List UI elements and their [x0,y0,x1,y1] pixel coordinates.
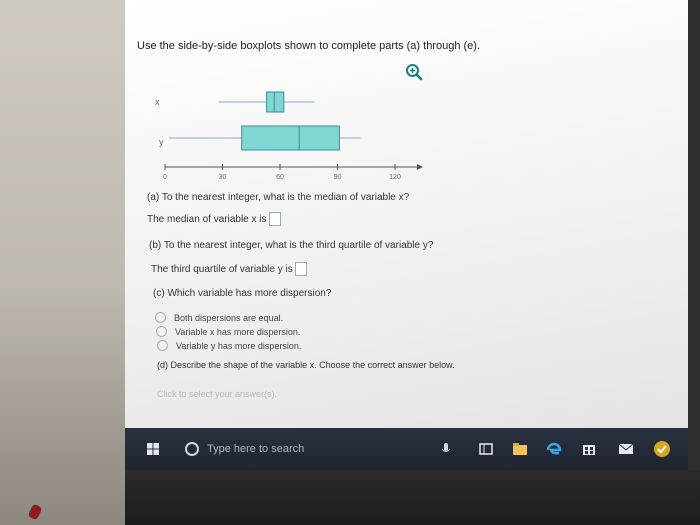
answer-a-line: The median of variable x is [147,212,281,226]
option-equal[interactable]: Both dispersions are equal. [155,312,283,323]
monitor-bezel-bottom [125,470,700,525]
taskbar: Type here to search [125,428,688,470]
windows-start-icon[interactable] [147,443,159,455]
answer-b-label: The third quartile of variable y is [151,263,293,275]
x-tick-label-30: 30 [219,174,227,181]
option-x-more[interactable]: Variable x has more dispersion. [156,326,300,337]
box-y [241,125,340,151]
box-x [266,91,285,113]
task-view-icon[interactable] [477,440,495,458]
option-equal-label: Both dispersions are equal. [174,312,284,323]
zoom-icon[interactable] [405,63,423,81]
question-b: (b) To the nearest integer, what is the … [149,240,434,251]
screen: Use the side-by-side boxplots shown to c… [125,0,688,428]
x-tick-label-60: 60 [276,174,284,181]
option-y-more-label: Variable y has more dispersion. [176,340,302,351]
file-explorer-icon[interactable] [511,440,529,458]
microphone-icon[interactable] [437,440,455,458]
answer-a-label: The median of variable x is [147,213,267,225]
search-placeholder: Type here to search [207,443,305,455]
x-tick-label-0: 0 [163,174,167,181]
desk-background [0,0,125,525]
radio-y-more[interactable] [157,340,168,351]
option-x-more-label: Variable x has more dispersion. [175,326,301,337]
monitor-bezel-right [688,0,700,470]
instruction-text: Use the side-by-side boxplots shown to c… [137,40,480,52]
radio-equal[interactable] [155,312,166,323]
answer-a-input[interactable] [268,212,281,226]
radio-x-more[interactable] [156,326,167,337]
cortana-icon [185,442,199,456]
answer-hint[interactable]: Click to select your answer(s). [157,389,277,399]
x-tick-label-120: 120 [389,174,401,181]
edge-browser-icon[interactable] [545,440,563,458]
mail-icon[interactable] [617,440,635,458]
question-c: (c) Which variable has more dispersion? [153,288,332,299]
boxplot-chart: 0 30 60 90 120 [163,91,423,181]
app-check-icon[interactable] [653,440,671,458]
option-y-more[interactable]: Variable y has more dispersion. [157,340,301,351]
answer-b-input[interactable] [294,262,307,276]
x-tick-label-90: 90 [334,174,342,181]
store-icon[interactable] [580,440,598,458]
answer-b-line: The third quartile of variable y is [151,262,307,276]
x-axis-arrow [417,164,423,170]
question-a: (a) To the nearest integer, what is the … [147,192,410,203]
question-d: (d) Describe the shape of the variable x… [157,360,455,370]
